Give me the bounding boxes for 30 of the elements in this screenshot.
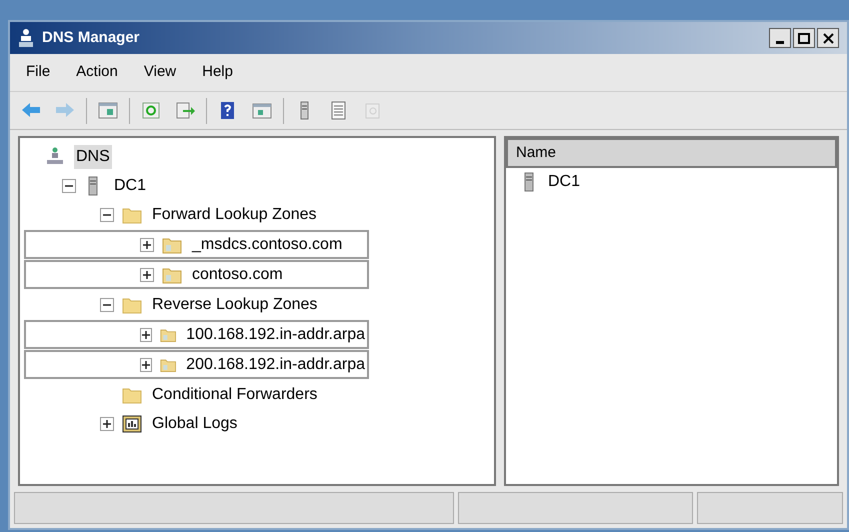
window-title: DNS Manager	[42, 28, 140, 48]
menu-item[interactable]: View	[144, 61, 176, 84]
tree-item[interactable]: DC1	[112, 174, 148, 198]
minimize-icon	[776, 41, 784, 44]
maximize-button[interactable]	[793, 28, 815, 48]
close-button[interactable]	[817, 28, 839, 48]
column-header[interactable]: Name	[506, 138, 837, 168]
collapse-icon[interactable]	[62, 178, 76, 192]
close-icon	[822, 32, 834, 44]
expand-icon[interactable]	[140, 238, 154, 252]
expand-icon[interactable]	[140, 268, 154, 282]
collapse-icon[interactable]	[100, 298, 114, 312]
dns-manager-icon	[18, 28, 34, 48]
expand-icon[interactable]	[100, 416, 114, 430]
minimize-button[interactable]	[769, 28, 791, 48]
menu-item[interactable]: Action	[76, 61, 118, 84]
collapse-icon[interactable]	[100, 208, 114, 222]
maximize-icon	[798, 32, 810, 44]
log-icon	[122, 414, 142, 434]
menu-item[interactable]: Help	[202, 61, 233, 84]
tree-item[interactable]: Global Logs	[150, 412, 240, 436]
list-item[interactable]: DC1	[548, 170, 580, 194]
tree-item[interactable]: DNS	[74, 144, 112, 168]
tree-item[interactable]: Conditional Forwarders	[150, 382, 320, 406]
menu-item[interactable]: File	[26, 61, 50, 84]
expand-icon[interactable]	[140, 328, 152, 342]
tree-item[interactable]: Forward Lookup Zones	[150, 202, 319, 226]
tree-item[interactable]: Reverse Lookup Zones	[150, 292, 320, 316]
network-icon	[46, 146, 66, 166]
expand-icon[interactable]	[140, 358, 152, 372]
